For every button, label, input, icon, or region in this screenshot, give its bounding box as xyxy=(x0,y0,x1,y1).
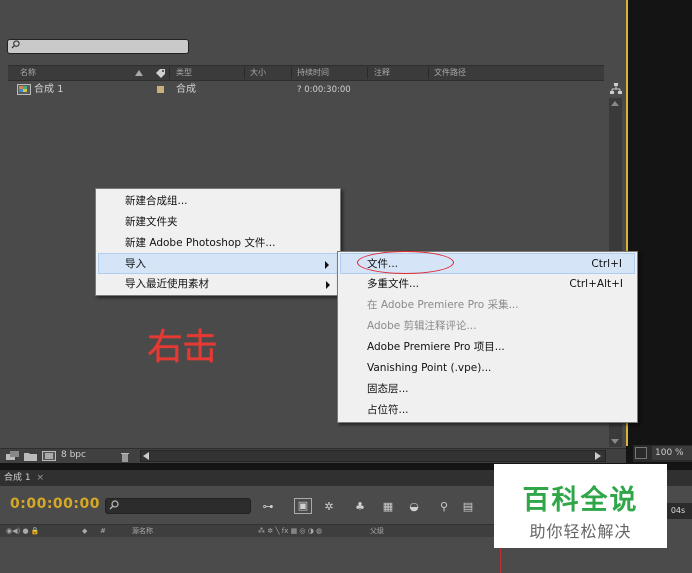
menu-item-placeholder[interactable]: 占位符... xyxy=(340,400,635,421)
project-search-input[interactable] xyxy=(24,40,184,53)
timeline-search-box[interactable] xyxy=(105,498,251,514)
column-type[interactable]: 类型 xyxy=(176,66,192,80)
import-submenu: 文件... Ctrl+I 多重文件... Ctrl+Alt+I 在 Adobe Pr… xyxy=(337,251,638,423)
brainstorm-icon[interactable]: ▤ xyxy=(460,500,476,514)
column-source-name[interactable]: 源名称 xyxy=(132,525,153,537)
annotation-text: 右击 xyxy=(147,327,218,368)
context-menu: 新建合成组... 新建文件夹 新建 Adobe Photoshop 文件... … xyxy=(95,188,341,296)
motion-blur-icon[interactable]: ◒ xyxy=(406,500,422,514)
search-icon xyxy=(11,40,20,49)
column-layer-number[interactable]: # xyxy=(100,525,106,537)
scroll-up-arrow-icon[interactable] xyxy=(611,101,619,106)
search-icon xyxy=(109,500,119,510)
column-size[interactable]: 大小 xyxy=(250,66,266,80)
project-horizontal-scrollbar[interactable] xyxy=(140,450,606,462)
scroll-down-arrow-icon[interactable] xyxy=(611,439,619,444)
label-color-swatch[interactable] xyxy=(157,86,164,93)
scroll-right-arrow-icon[interactable] xyxy=(595,452,601,460)
menu-item-new-photoshop-file[interactable]: 新建 Adobe Photoshop 文件... xyxy=(98,233,338,254)
label-tag-icon[interactable] xyxy=(154,67,166,79)
trash-icon[interactable] xyxy=(120,451,130,462)
time-ruler-label: 04s xyxy=(664,503,692,519)
timeline-search-input[interactable] xyxy=(122,499,248,513)
column-comment[interactable]: 注释 xyxy=(374,66,390,80)
scroll-left-arrow-icon[interactable] xyxy=(143,452,149,460)
watermark-title: 百科全说 xyxy=(522,485,639,516)
column-name[interactable]: 名称 xyxy=(20,66,36,80)
menu-item-multiple-files[interactable]: 多重文件... Ctrl+Alt+I xyxy=(340,274,635,295)
draft-3d-icon[interactable]: ✲ xyxy=(321,500,337,514)
submenu-arrow-icon xyxy=(325,261,329,269)
timeline-column-header: ◉◀) ● 🔒 ◆ # 源名称 ⁂ ✲ ╲ fx ▦ ◎ ◑ ◍ 父级 xyxy=(0,524,494,537)
menu-item-import-recent[interactable]: 导入最近使用素材 xyxy=(98,274,338,295)
bit-depth-button[interactable]: 8 bpc xyxy=(61,449,86,462)
sort-up-icon[interactable] xyxy=(135,70,143,76)
zoom-value[interactable]: 100 % xyxy=(652,446,692,460)
menu-item-new-composition[interactable]: 新建合成组... xyxy=(98,191,338,212)
flowchart-icon[interactable] xyxy=(610,83,622,95)
label-tag-icon[interactable]: ◆ xyxy=(82,525,87,537)
project-item-row[interactable]: 合成 1 合成 ? 0:00:30:00 xyxy=(8,82,604,98)
menu-item-solid[interactable]: 固态层... xyxy=(340,379,635,400)
live-update-icon[interactable]: ▣ xyxy=(294,498,312,514)
watermark-subtitle: 助你轻松解决 xyxy=(529,522,632,541)
project-item-name: 合成 1 xyxy=(34,84,64,95)
watermark-logo: 百科全说 助你轻松解决 xyxy=(494,464,667,548)
project-column-header: 名称 类型 大小 持续时间 注释 文件路径 xyxy=(8,65,604,81)
new-composition-icon[interactable] xyxy=(42,451,56,461)
viewer-zoom-control[interactable]: 100 % xyxy=(633,445,692,462)
project-item-type: 合成 xyxy=(176,84,196,95)
menu-item-premiere-project[interactable]: Adobe Premiere Pro 项目... xyxy=(340,337,635,358)
tab-label: 合成 1 xyxy=(4,473,31,483)
menu-item-capture-in-premiere: 在 Adobe Premiere Pro 采集... xyxy=(367,299,519,311)
frame-blending-icon[interactable]: ▦ xyxy=(380,500,396,514)
interpret-footage-icon[interactable] xyxy=(6,451,19,461)
switches-icons[interactable]: ⁂ ✲ ╲ fx ▦ ◎ ◑ ◍ xyxy=(258,525,322,537)
project-item-duration: ? 0:00:30:00 xyxy=(297,85,351,95)
new-folder-icon[interactable] xyxy=(24,451,37,461)
close-icon[interactable]: × xyxy=(36,473,44,483)
column-duration[interactable]: 持续时间 xyxy=(297,66,329,80)
current-time-indicator[interactable] xyxy=(500,548,501,573)
column-file-path[interactable]: 文件路径 xyxy=(434,66,466,80)
shy-layers-icon[interactable]: ♣ xyxy=(352,500,368,514)
current-timecode[interactable]: 0:00:00:00 xyxy=(10,496,100,512)
annotation-ellipse xyxy=(357,251,454,274)
menu-item-new-folder[interactable]: 新建文件夹 xyxy=(98,212,338,233)
composition-icon xyxy=(17,84,31,95)
menu-item-clip-notes: Adobe 剪辑注释评论... xyxy=(367,320,477,332)
tab-composition[interactable]: 合成 1 × xyxy=(0,470,44,486)
column-parent[interactable]: 父级 xyxy=(370,525,384,537)
fit-view-icon[interactable] xyxy=(635,447,647,459)
submenu-arrow-icon xyxy=(326,281,330,289)
project-footer: 8 bpc xyxy=(0,448,626,463)
av-features-icon[interactable]: ◉◀) ● 🔒 xyxy=(6,525,40,537)
menu-item-vanishing-point[interactable]: Vanishing Point (.vpe)... xyxy=(340,358,635,379)
menu-item-import[interactable]: 导入 xyxy=(98,253,338,274)
project-search-box[interactable] xyxy=(7,39,189,54)
graph-editor-icon[interactable]: ⚲ xyxy=(436,500,452,514)
comp-mini-flowchart-icon[interactable]: ⊶ xyxy=(260,500,276,514)
